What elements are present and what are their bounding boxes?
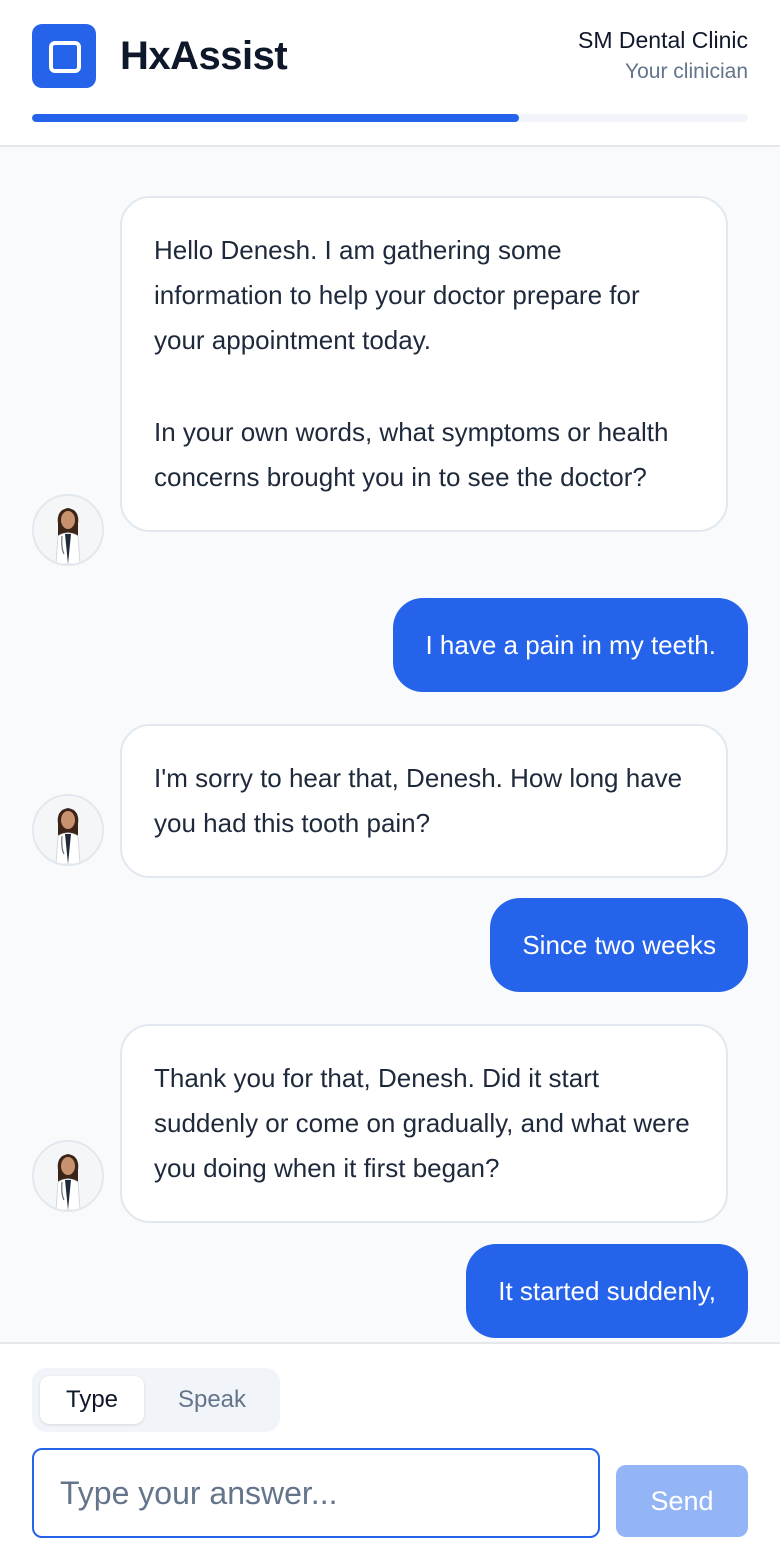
clinician-message: I'm sorry to hear that, Denesh. How long… xyxy=(120,724,728,878)
clinician-avatar xyxy=(32,1140,104,1212)
app-header: HxAssist SM Dental Clinic Your clinician xyxy=(0,0,780,147)
message-text: In your own words, what symptoms or heal… xyxy=(154,417,669,492)
app-logo-icon xyxy=(32,24,96,88)
composer: Type Speak Send xyxy=(0,1342,780,1560)
message-text: Hello Denesh. I am gathering some inform… xyxy=(154,235,640,355)
answer-input[interactable] xyxy=(32,1448,600,1538)
input-mode-toggle: Type Speak xyxy=(32,1368,280,1432)
chat-thread[interactable]: Hello Denesh. I am gathering some inform… xyxy=(0,147,780,1342)
intake-progress-bar xyxy=(32,114,748,122)
mode-speak-button[interactable]: Speak xyxy=(152,1376,272,1424)
intake-progress-fill xyxy=(32,114,519,122)
clinic-name: SM Dental Clinic xyxy=(578,27,748,53)
clinician-message: Hello Denesh. I am gathering some inform… xyxy=(120,196,728,532)
app-title: HxAssist xyxy=(120,34,288,78)
send-button[interactable]: Send xyxy=(616,1465,748,1537)
message-text: I'm sorry to hear that, Denesh. How long… xyxy=(154,763,683,838)
patient-message: It started suddenly, xyxy=(466,1244,748,1338)
message-text: Thank you for that, Denesh. Did it start… xyxy=(154,1063,690,1183)
patient-message: I have a pain in my teeth. xyxy=(393,598,748,692)
patient-message: Since two weeks xyxy=(490,898,748,992)
clinician-message: Thank you for that, Denesh. Did it start… xyxy=(120,1024,728,1223)
clinician-avatar xyxy=(32,794,104,866)
clinic-subtitle: Your clinician xyxy=(625,60,748,83)
mode-type-button[interactable]: Type xyxy=(40,1376,144,1424)
clinician-avatar xyxy=(32,494,104,566)
